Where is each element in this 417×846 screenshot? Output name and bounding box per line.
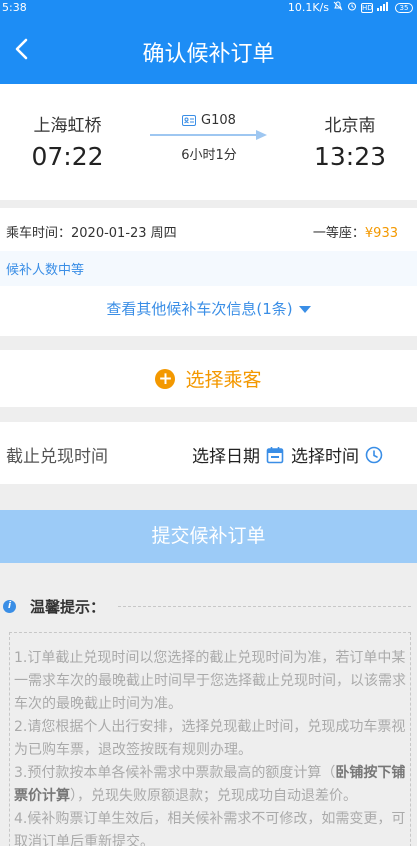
status-icons: 10.1K/s HD 35 bbox=[288, 1, 413, 14]
status-bar: 5:38 10.1K/s HD 35 bbox=[0, 0, 417, 17]
select-date-button[interactable]: 选择日期 bbox=[192, 442, 284, 467]
seat-type: 一等座： bbox=[312, 226, 365, 241]
tip-3-text: 3.预付款按本单各候补需求中票款最高的额度计算（ bbox=[14, 765, 336, 781]
net-speed: 10.1K/s bbox=[287, 1, 329, 14]
tips-header: i 温馨提示： bbox=[0, 592, 417, 622]
alarm-icon bbox=[347, 1, 357, 14]
tip-2: 2.请您根据个人出行安排，选择兑现截止时间，兑现成功车票视为已购车票，退改签按既… bbox=[14, 719, 406, 758]
plus-icon: + bbox=[155, 368, 176, 389]
ticket-price: ¥933 bbox=[364, 226, 398, 241]
app-header: 确认候补订单 bbox=[0, 17, 417, 84]
tip-1: 1.订单截止兑现时间以您选择的截止兑现时间为准，若订单中某一需求车次的最晚截止时… bbox=[14, 650, 406, 712]
caret-down-icon bbox=[298, 306, 311, 313]
other-trains-link[interactable]: 查看其他候补车次信息(1条) bbox=[0, 286, 417, 336]
mute-icon bbox=[333, 1, 343, 14]
train-number[interactable]: G108 bbox=[150, 113, 268, 128]
calendar-icon bbox=[266, 446, 284, 463]
hd-badge: HD bbox=[361, 2, 373, 13]
seat-class: 一等座：¥933 bbox=[313, 222, 398, 241]
trip-duration: 6小时1分 bbox=[181, 148, 237, 163]
page-title: 确认候补订单 bbox=[142, 42, 275, 67]
departure-time: 07:22 bbox=[31, 142, 104, 171]
deadline-label: 截止兑现时间 bbox=[6, 447, 108, 467]
tips-title: 温馨提示： bbox=[30, 598, 106, 616]
tips-box: 1.订单截止兑现时间以您选择的截止兑现时间为准，若订单中某一需求车次的最晚截止时… bbox=[9, 632, 411, 846]
train-info-card: 上海虹桥 07:22 G108 6小时1分 北京南 13:23 bbox=[0, 84, 417, 200]
trip-details-row: 乘车时间：2020-01-23 周四 一等座：¥933 bbox=[0, 208, 417, 251]
select-time-label: 选择时间 bbox=[291, 447, 359, 467]
arrival-time: 13:23 bbox=[313, 142, 387, 171]
id-card-icon bbox=[182, 115, 197, 126]
deadline-row: 截止兑现时间 选择日期 选择时间 bbox=[0, 422, 417, 484]
tip-4: 4.候补购票订单生效后，相关候补需求不可修改，如需变更，可取消订单后重新提交。 bbox=[14, 811, 406, 846]
arrival-station: 北京南 bbox=[324, 116, 376, 136]
signal-icon bbox=[377, 1, 391, 14]
clock-icon bbox=[365, 446, 383, 463]
select-time-button[interactable]: 选择时间 bbox=[291, 442, 383, 467]
tips-divider bbox=[118, 606, 411, 607]
travel-date: 乘车时间：2020-01-23 周四 bbox=[6, 226, 177, 241]
select-date-label: 选择日期 bbox=[192, 447, 260, 467]
waitlist-status: 候补人数中等 bbox=[0, 251, 417, 286]
tip-3-suffix: ），兑现失败原额退款；兑现成功自动退差价。 bbox=[70, 788, 357, 804]
select-passenger-button[interactable]: + 选择乘客 bbox=[0, 350, 417, 407]
battery-icon: 35 bbox=[395, 2, 413, 13]
departure-station: 上海虹桥 bbox=[33, 116, 102, 136]
tip-3: 3.预付款按本单各候补需求中票款最高的额度计算（卧铺按下铺票价计算），兑现失败原… bbox=[14, 762, 407, 808]
select-passenger-label: 选择乘客 bbox=[185, 369, 262, 391]
direction-arrow-icon bbox=[150, 130, 267, 140]
submit-order-button[interactable]: 提交候补订单 bbox=[0, 510, 417, 563]
train-number-label: G108 bbox=[201, 113, 236, 128]
other-trains-label: 查看其他候补车次信息(1条) bbox=[106, 300, 293, 318]
clock: 5:38 bbox=[2, 1, 27, 14]
info-icon: i bbox=[3, 600, 16, 613]
